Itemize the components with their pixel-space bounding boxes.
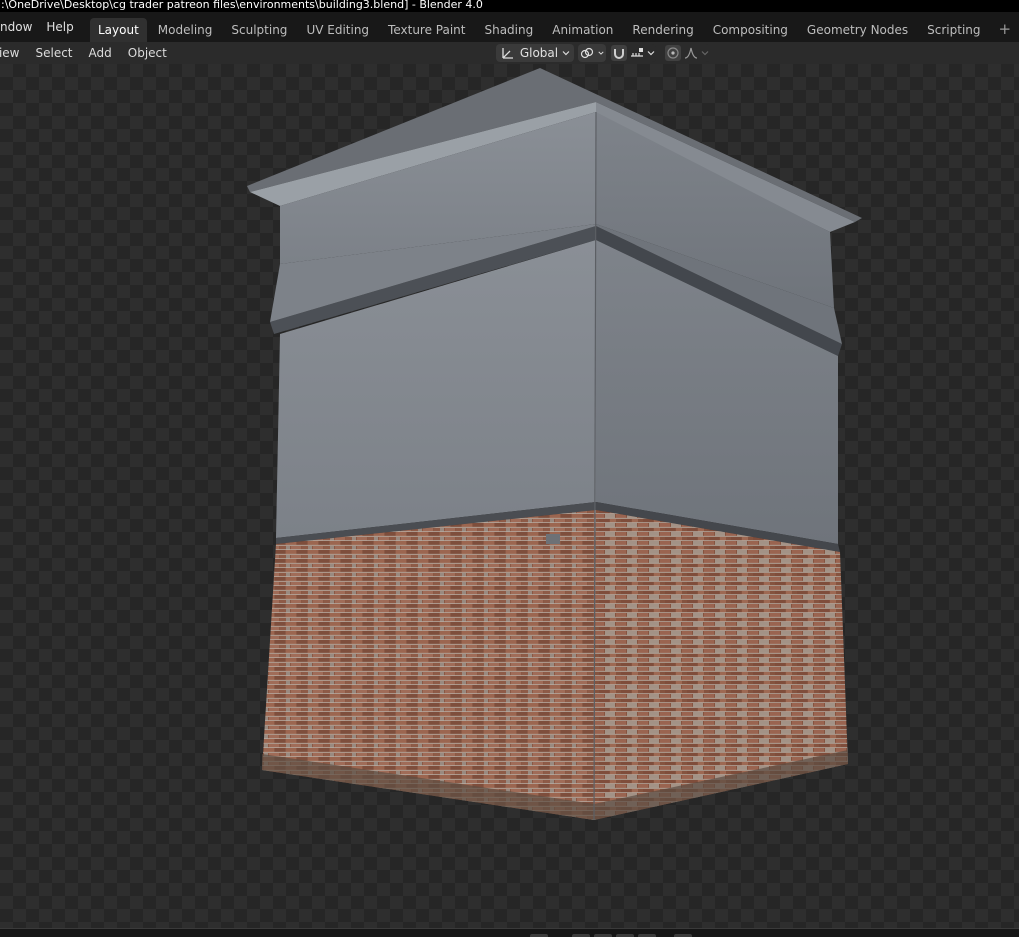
building-model (247, 68, 862, 821)
menu-window[interactable]: ndow (0, 16, 39, 38)
chevron-down-icon (598, 51, 604, 55)
orientation-label: Global (519, 46, 559, 60)
tab-layout[interactable]: Layout (90, 18, 147, 42)
tab-animation[interactable]: Animation (544, 18, 621, 42)
tab-shading[interactable]: Shading (476, 18, 541, 42)
pivot-link-icon (580, 45, 594, 61)
menu-help[interactable]: Help (39, 16, 80, 38)
add-workspace-button[interactable]: + (992, 18, 1019, 42)
chevron-down-icon[interactable] (647, 49, 655, 57)
tab-geometry-nodes[interactable]: Geometry Nodes (799, 18, 916, 42)
window-title: :\OneDrive\Desktop\cg trader patreon fil… (0, 0, 1019, 12)
chevron-down-icon (562, 51, 570, 56)
snap-magnet-icon[interactable] (611, 45, 627, 61)
tab-modeling[interactable]: Modeling (150, 18, 221, 42)
proportional-controls (664, 44, 710, 62)
snap-increment-icon[interactable] (629, 45, 645, 61)
snap-controls (610, 44, 656, 62)
viewport-header: View Select Add Object Global (0, 42, 1019, 64)
status-bar (0, 928, 1019, 937)
tab-compositing[interactable]: Compositing (705, 18, 796, 42)
menu-object[interactable]: Object (120, 42, 175, 64)
chevron-down-icon[interactable] (701, 49, 709, 57)
3d-viewport[interactable] (0, 64, 1019, 928)
falloff-curve-icon[interactable] (683, 45, 699, 61)
tab-rendering[interactable]: Rendering (624, 18, 701, 42)
tab-texture-paint[interactable]: Texture Paint (380, 18, 473, 42)
transform-orientation-icon (500, 45, 516, 61)
blender-window: :\OneDrive\Desktop\cg trader patreon fil… (0, 0, 1019, 937)
menu-view[interactable]: View (0, 42, 27, 64)
viewport-tools: Global (496, 44, 710, 62)
menu-select[interactable]: Select (27, 42, 80, 64)
orientation-dropdown[interactable]: Global (496, 44, 574, 62)
workspace-tabs: Layout Modeling Sculpting UV Editing Tex… (90, 18, 1018, 42)
tab-uv-editing[interactable]: UV Editing (298, 18, 377, 42)
menu-add[interactable]: Add (81, 42, 120, 64)
tab-scripting[interactable]: Scripting (919, 18, 988, 42)
top-bar: ndow Help Layout Modeling Sculpting UV E… (0, 12, 1019, 42)
pivot-dropdown[interactable] (578, 44, 606, 62)
tab-sculpting[interactable]: Sculpting (223, 18, 295, 42)
proportional-edit-icon[interactable] (665, 45, 681, 61)
